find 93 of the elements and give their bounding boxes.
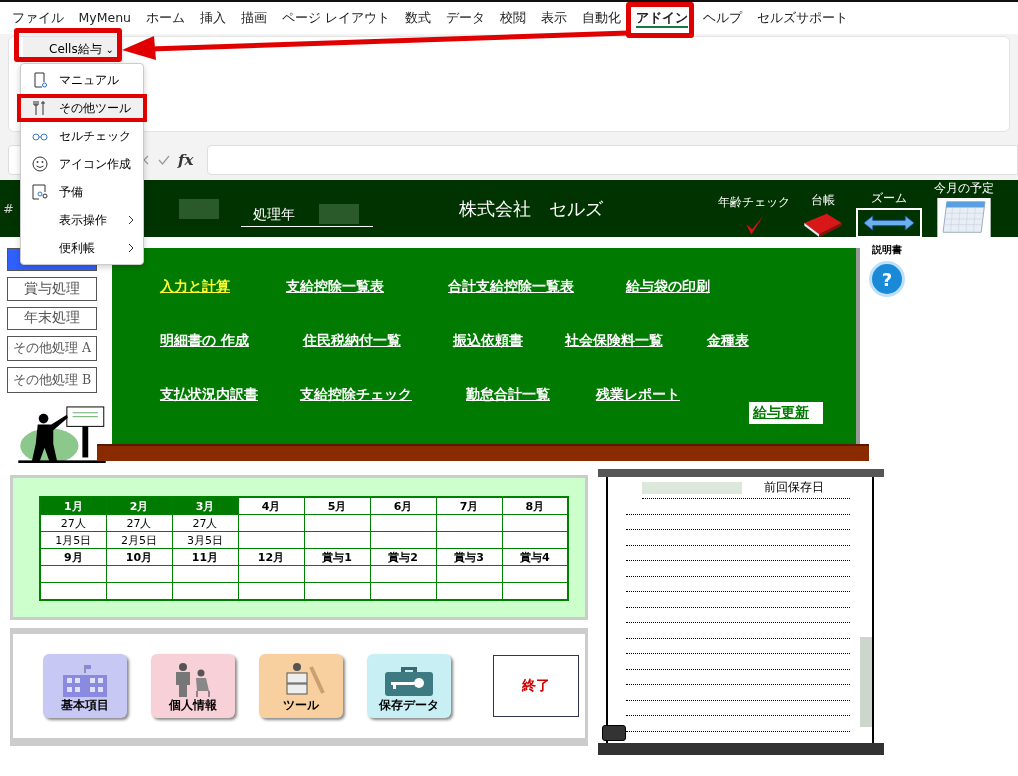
menu-tab[interactable]: MyMenu <box>71 10 139 25</box>
board-link[interactable]: 支払状況内訳書 <box>160 386 258 440</box>
tool-button[interactable]: 基本項目 <box>43 654 127 718</box>
month-header[interactable]: 3月 <box>172 497 238 515</box>
tool-label: 台帳 <box>811 191 835 209</box>
formula-input[interactable] <box>207 145 1018 175</box>
month-header[interactable]: 賞与2 <box>370 548 436 566</box>
pay-date: 2月5日 <box>121 533 157 547</box>
month-header[interactable]: 4月 <box>238 497 304 515</box>
user-search-icon <box>32 184 48 200</box>
menu-item[interactable]: セルチェック <box>21 122 143 150</box>
tools-icon <box>32 100 48 116</box>
tool-label: ツール <box>283 697 319 714</box>
month-header[interactable]: 11月 <box>172 548 238 566</box>
tool-label: 保存データ <box>379 697 439 714</box>
month-header[interactable]: 2月 <box>106 497 172 515</box>
last-saved-label: 前回保存日 <box>764 479 824 496</box>
menu-tab[interactable]: データ <box>438 10 493 27</box>
board-link[interactable]: 振込依頼書 <box>452 332 523 386</box>
board-link[interactable]: 残業レポート <box>596 386 680 440</box>
menu-tab[interactable]: セルズサポート <box>749 10 856 27</box>
tool-label: 基本項目 <box>61 697 109 714</box>
board-link[interactable]: 支給控除一覧表 <box>286 278 384 332</box>
menu-tab[interactable]: ホーム <box>138 10 193 27</box>
menu-item[interactable]: アイコン作成 <box>21 150 143 178</box>
menu-item[interactable]: 予備 <box>21 178 143 206</box>
staff-count: 27人 <box>60 516 86 530</box>
smiley-icon <box>32 156 48 172</box>
menu-tab[interactable]: 描画 <box>233 10 275 27</box>
month-header[interactable]: 賞与4 <box>502 548 568 566</box>
month-header[interactable]: 7月 <box>436 497 502 515</box>
blurred-value <box>178 198 219 219</box>
sidebar-button[interactable]: その他処理 A <box>7 336 97 362</box>
company-name: 株式会社 セルズ <box>458 196 603 221</box>
update-button[interactable]: 給与更新 <box>749 402 823 424</box>
menu-tab[interactable]: 表示 <box>533 10 575 27</box>
month-header[interactable]: 賞与3 <box>436 548 502 566</box>
board-link[interactable]: 金種表 <box>706 332 749 386</box>
menu-tab[interactable]: ヘルプ <box>695 10 750 27</box>
menu-tab[interactable]: アドイン <box>628 10 696 27</box>
document-icon <box>32 72 48 88</box>
board-link[interactable]: 給与袋の印刷 <box>626 278 710 332</box>
help-button[interactable]: ? <box>869 261 905 297</box>
year-label: 処理年 <box>252 206 295 224</box>
board-link[interactable]: 社会保険料一覧 <box>564 332 663 386</box>
board-link[interactable]: 住民税納付一覧 <box>302 332 401 386</box>
month-header[interactable]: 6月 <box>370 497 436 515</box>
help-label: 説明書 <box>872 243 902 257</box>
menu-item[interactable]: 表示操作 <box>21 206 143 234</box>
menu-tab[interactable]: 校閲 <box>492 10 534 27</box>
month-header[interactable]: 10月 <box>106 548 172 566</box>
menu-tab[interactable]: 挿入 <box>192 10 234 27</box>
board-link[interactable]: 勤怠合計一覧 <box>466 386 550 440</box>
staff-count: 27人 <box>192 516 218 530</box>
sidebar-button[interactable]: 年末処理 <box>7 306 97 331</box>
board-link[interactable]: 明細書の 作成 <box>160 332 249 386</box>
month-header[interactable]: 12月 <box>238 548 304 566</box>
zoom-button[interactable] <box>856 207 922 238</box>
highlight-frame <box>626 2 694 38</box>
menu-tab[interactable]: 自動化 <box>574 10 629 27</box>
pay-date: 1月5日 <box>55 533 92 547</box>
menu-item[interactable]: その他ツール <box>17 94 147 122</box>
blurred-value <box>318 204 359 224</box>
sidebar-button[interactable]: その他処理 B <box>7 367 97 393</box>
menu-tab[interactable]: ページ レイアウト <box>274 10 398 27</box>
menu-item[interactable]: 便利帳 <box>21 234 143 262</box>
month-header[interactable]: 賞与1 <box>304 548 370 566</box>
menu-tab[interactable]: ファイル <box>4 10 71 27</box>
tool-label: ズーム <box>871 189 907 207</box>
pay-date: 3月5日 <box>187 533 223 547</box>
function-button[interactable]: fx <box>178 151 194 169</box>
tool-label: 今月の予定 <box>934 179 994 197</box>
tool-button[interactable]: ツール <box>259 654 343 718</box>
exit-button[interactable]: 終了 <box>493 655 579 717</box>
tool-label: 年齢チェック <box>718 193 790 211</box>
month-header[interactable]: 1月 <box>40 497 106 515</box>
board-link[interactable]: 支給控除チェック <box>300 386 412 440</box>
month-header[interactable]: 9月 <box>40 548 106 566</box>
staff-count: 27人 <box>126 516 152 530</box>
check-icon[interactable] <box>158 154 170 166</box>
menu-item[interactable]: マニュアル <box>21 66 143 94</box>
sidebar-button[interactable]: 賞与処理 <box>7 277 97 301</box>
scrollbar-thumb[interactable] <box>860 637 872 727</box>
double-arrow-icon <box>862 213 916 232</box>
menu-tab[interactable]: 数式 <box>397 10 439 27</box>
month-header[interactable]: 5月 <box>304 497 370 515</box>
tool-button[interactable]: 個人情報 <box>151 654 235 718</box>
board-link[interactable]: 合計支給控除一覧表 <box>448 278 574 332</box>
calendar-icon[interactable] <box>937 197 991 238</box>
row-mark: # <box>3 201 14 216</box>
tool-label: 個人情報 <box>169 697 217 714</box>
tool-button[interactable]: 保存データ <box>367 654 451 718</box>
board-link[interactable]: 入力と計算 <box>160 278 230 332</box>
